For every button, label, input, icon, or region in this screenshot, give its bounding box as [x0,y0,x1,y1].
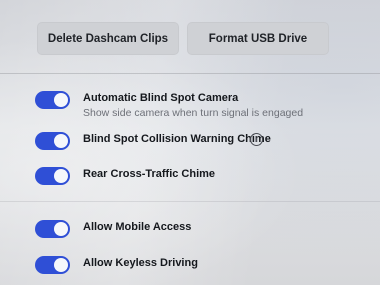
rear-cross-traffic-chime-toggle[interactable] [35,167,70,185]
blind-spot-collision-warning-chime-toggle[interactable] [35,132,70,150]
info-icon[interactable]: i [250,133,263,146]
setting-label: Allow Mobile Access [83,221,192,233]
settings-screen: Delete Dashcam Clips Format USB Drive Au… [0,0,380,285]
toggle-knob [54,222,68,236]
allow-keyless-driving-toggle[interactable] [35,256,70,274]
automatic-blind-spot-camera-toggle[interactable] [35,91,70,109]
format-usb-drive-button[interactable]: Format USB Drive [187,22,329,55]
allow-mobile-access-toggle[interactable] [35,220,70,238]
section-divider [0,201,380,202]
setting-label: Automatic Blind Spot Camera [83,92,239,104]
setting-label: Blind Spot Collision Warning Chime [83,133,271,145]
toggle-knob [54,134,68,148]
delete-dashcam-clips-button[interactable]: Delete Dashcam Clips [37,22,179,55]
toggle-knob [54,258,68,272]
setting-label: Rear Cross-Traffic Chime [83,168,216,180]
toggle-knob [54,169,68,183]
setting-label: Allow Keyless Driving [83,257,198,269]
setting-description: Show side camera when turn signal is eng… [83,107,304,119]
toggle-knob [54,93,68,107]
section-divider [0,73,380,74]
